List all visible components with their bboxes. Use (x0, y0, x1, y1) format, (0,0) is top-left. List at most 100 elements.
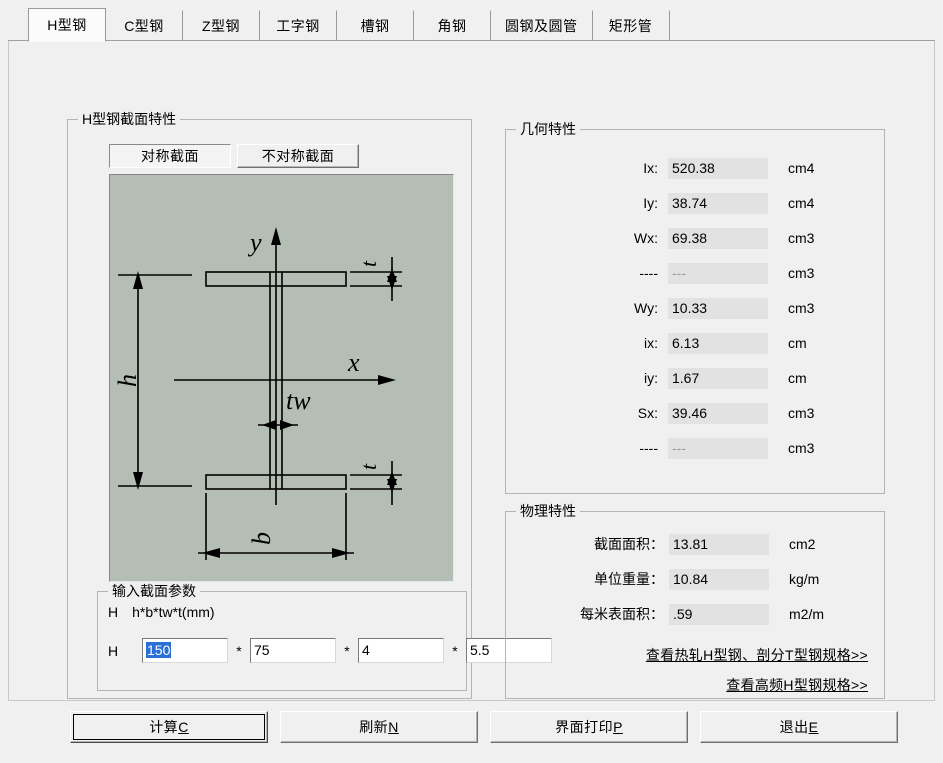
physical-row-unit: kg/m (789, 571, 820, 587)
diagram-label-x: x (347, 348, 360, 377)
input-format-formula: h*b*tw*t(mm) (132, 604, 215, 620)
geometry-row-unit: cm3 (788, 265, 815, 281)
geometry-row-unit: cm3 (788, 405, 815, 421)
physical-row: 截面面积： 13.81 cm2 (506, 534, 884, 562)
geometry-row: Wx: 69.38 cm3 (506, 228, 884, 256)
geometry-row-unit: cm3 (788, 440, 815, 456)
link-high-frequency-h-specs[interactable]: 查看高频H型钢规格>> (726, 675, 868, 695)
diagram-label-h: h (113, 374, 142, 387)
refresh-button[interactable]: 刷新N (280, 711, 478, 743)
geometry-row: ---- --- cm3 (506, 438, 884, 466)
input-format-hint: Hh*b*tw*t(mm) (108, 604, 215, 620)
group-physical-properties: 物理特性 截面面积： 13.81 cm2 单位重量： 10.84 kg/m 每米表面积： .5… (505, 503, 885, 699)
geometry-row: ix: 6.13 cm (506, 333, 884, 361)
button-label: 界面打印 (555, 719, 614, 735)
input-fields-row: H 150 * 75 * 4 * 5.5 (108, 638, 552, 663)
tab-1[interactable]: C型钢 (105, 10, 183, 41)
geometry-row-value: --- (668, 438, 768, 459)
button-label: 刷新 (359, 719, 389, 735)
diagram-label-t-bottom: t (356, 463, 381, 470)
link-hot-rolled-h-and-split-t-specs[interactable]: 查看热轧H型钢、剖分T型钢规格>> (646, 645, 868, 665)
input-field-b[interactable]: 75 (250, 638, 336, 663)
exit-button[interactable]: 退出E (700, 711, 898, 743)
tab-strip: H型钢 C型钢 Z型钢 工字钢 槽钢 角钢 圆钢及圆管 矩形管 (8, 8, 935, 42)
tab-4[interactable]: 槽钢 (336, 10, 414, 41)
geometry-row-value: 6.13 (668, 333, 768, 354)
input-format-prefix: H (108, 604, 119, 620)
tab-2[interactable]: Z型钢 (182, 10, 260, 41)
diagram-label-tw: tw (286, 386, 311, 415)
geometry-row: Iy: 38.74 cm4 (506, 193, 884, 221)
geometry-row-label: ---- (639, 265, 658, 281)
physical-row-unit: cm2 (789, 536, 816, 552)
physical-row-label: 截面面积： (594, 536, 664, 552)
physical-row-unit: m2/m (789, 606, 824, 622)
geometry-row-value: 39.46 (668, 403, 768, 424)
bottom-button-bar: 计算C 刷新N 界面打印P 退出E (8, 703, 935, 755)
input-separator-2: * (344, 642, 350, 659)
physical-row-label: 每米表面积： (580, 606, 664, 622)
geometry-row-label: ---- (639, 440, 658, 456)
diagram-label-y: y (247, 228, 262, 257)
physical-row-value: 13.81 (669, 534, 769, 555)
geometry-row-value: 10.33 (668, 298, 768, 319)
button-accelerator: N (388, 719, 399, 735)
tab-0[interactable]: H型钢 (28, 8, 106, 42)
tab-7[interactable]: 矩形管 (591, 10, 670, 41)
geometry-row-value: 38.74 (668, 193, 768, 214)
tab-6[interactable]: 圆钢及圆管 (490, 10, 593, 41)
button-accelerator: P (613, 719, 623, 735)
geometry-row-label: Wx: (633, 230, 658, 246)
steel-section-calculator-window: H型钢 C型钢 Z型钢 工字钢 槽钢 角钢 圆钢及圆管 矩形管 H型钢截面特性 对称截面 不对… (0, 0, 943, 763)
geometry-row-label: Iy: (643, 195, 658, 211)
input-row-prefix: H (108, 642, 119, 659)
button-accelerator: C (178, 719, 189, 735)
button-label: 退出 (779, 719, 809, 735)
geometry-row-value: 520.38 (668, 158, 768, 179)
input-field-tw[interactable]: 4 (358, 638, 444, 663)
geometry-row-unit: cm4 (788, 160, 815, 176)
geometry-row-label: Ix: (643, 160, 658, 176)
calculate-button[interactable]: 计算C (70, 711, 268, 743)
diagram-label-t-top: t (356, 260, 381, 267)
geometry-row-unit: cm (788, 335, 807, 351)
physical-row-label: 单位重量： (594, 571, 664, 587)
button-accelerator: E (808, 719, 819, 735)
group-input-section-parameters: 输入截面参数 Hh*b*tw*t(mm) H 150 * 75 * 4 * 5.… (97, 583, 552, 691)
physical-row: 每米表面积： .59 m2/m (506, 604, 884, 632)
geometry-row-label: Wy: (634, 300, 658, 316)
geometry-row: Wy: 10.33 cm3 (506, 298, 884, 326)
tab-5[interactable]: 角钢 (413, 10, 491, 41)
geometry-row-label: ix: (644, 335, 658, 351)
group-input-section-parameters-label: 输入截面参数 (108, 583, 200, 599)
group-geometric-properties-label: 几何特性 (516, 121, 580, 137)
geometry-row-unit: cm3 (788, 230, 815, 246)
group-geometric-properties: 几何特性 Ix: 520.38 cm4 Iy: 38.74 cm4 Wx: 69.38 cm3 -… (505, 121, 885, 494)
physical-row-value: 10.84 (669, 569, 769, 590)
input-field-h[interactable]: 150 (142, 638, 228, 663)
geometry-row: Ix: 520.38 cm4 (506, 158, 884, 186)
toggle-symmetric-section[interactable]: 对称截面 (109, 144, 231, 168)
geometry-row-value: --- (668, 263, 768, 284)
geometry-row-value: 1.67 (668, 368, 768, 389)
h-beam-svg: y x h b tw t t (113, 227, 402, 560)
diagram-label-b: b (247, 532, 276, 545)
print-screen-button[interactable]: 界面打印P (490, 711, 688, 743)
geometry-row-label: iy: (644, 370, 658, 386)
toggle-asymmetric-section[interactable]: 不对称截面 (237, 144, 359, 168)
geometry-row-unit: cm (788, 370, 807, 386)
geometry-row: iy: 1.67 cm (506, 368, 884, 396)
button-label: 计算 (149, 719, 179, 735)
h-beam-cross-section-diagram: y x h b tw t t (109, 174, 454, 582)
group-h-section-properties-label: H型钢截面特性 (78, 111, 181, 127)
tab-page-h-steel: H型钢截面特性 对称截面 不对称截面 y x h b tw t t 输入截面参数… (8, 41, 935, 701)
geometry-row-label: Sx: (637, 405, 658, 421)
tab-list: H型钢 C型钢 Z型钢 工字钢 槽钢 角钢 圆钢及圆管 矩形管 (28, 8, 670, 42)
input-separator-3: * (452, 642, 458, 659)
geometry-row: ---- --- cm3 (506, 263, 884, 291)
input-separator-1: * (236, 642, 242, 659)
physical-row: 单位重量： 10.84 kg/m (506, 569, 884, 597)
geometry-row-unit: cm3 (788, 300, 815, 316)
tab-3[interactable]: 工字钢 (259, 10, 337, 41)
physical-row-value: .59 (669, 604, 769, 625)
